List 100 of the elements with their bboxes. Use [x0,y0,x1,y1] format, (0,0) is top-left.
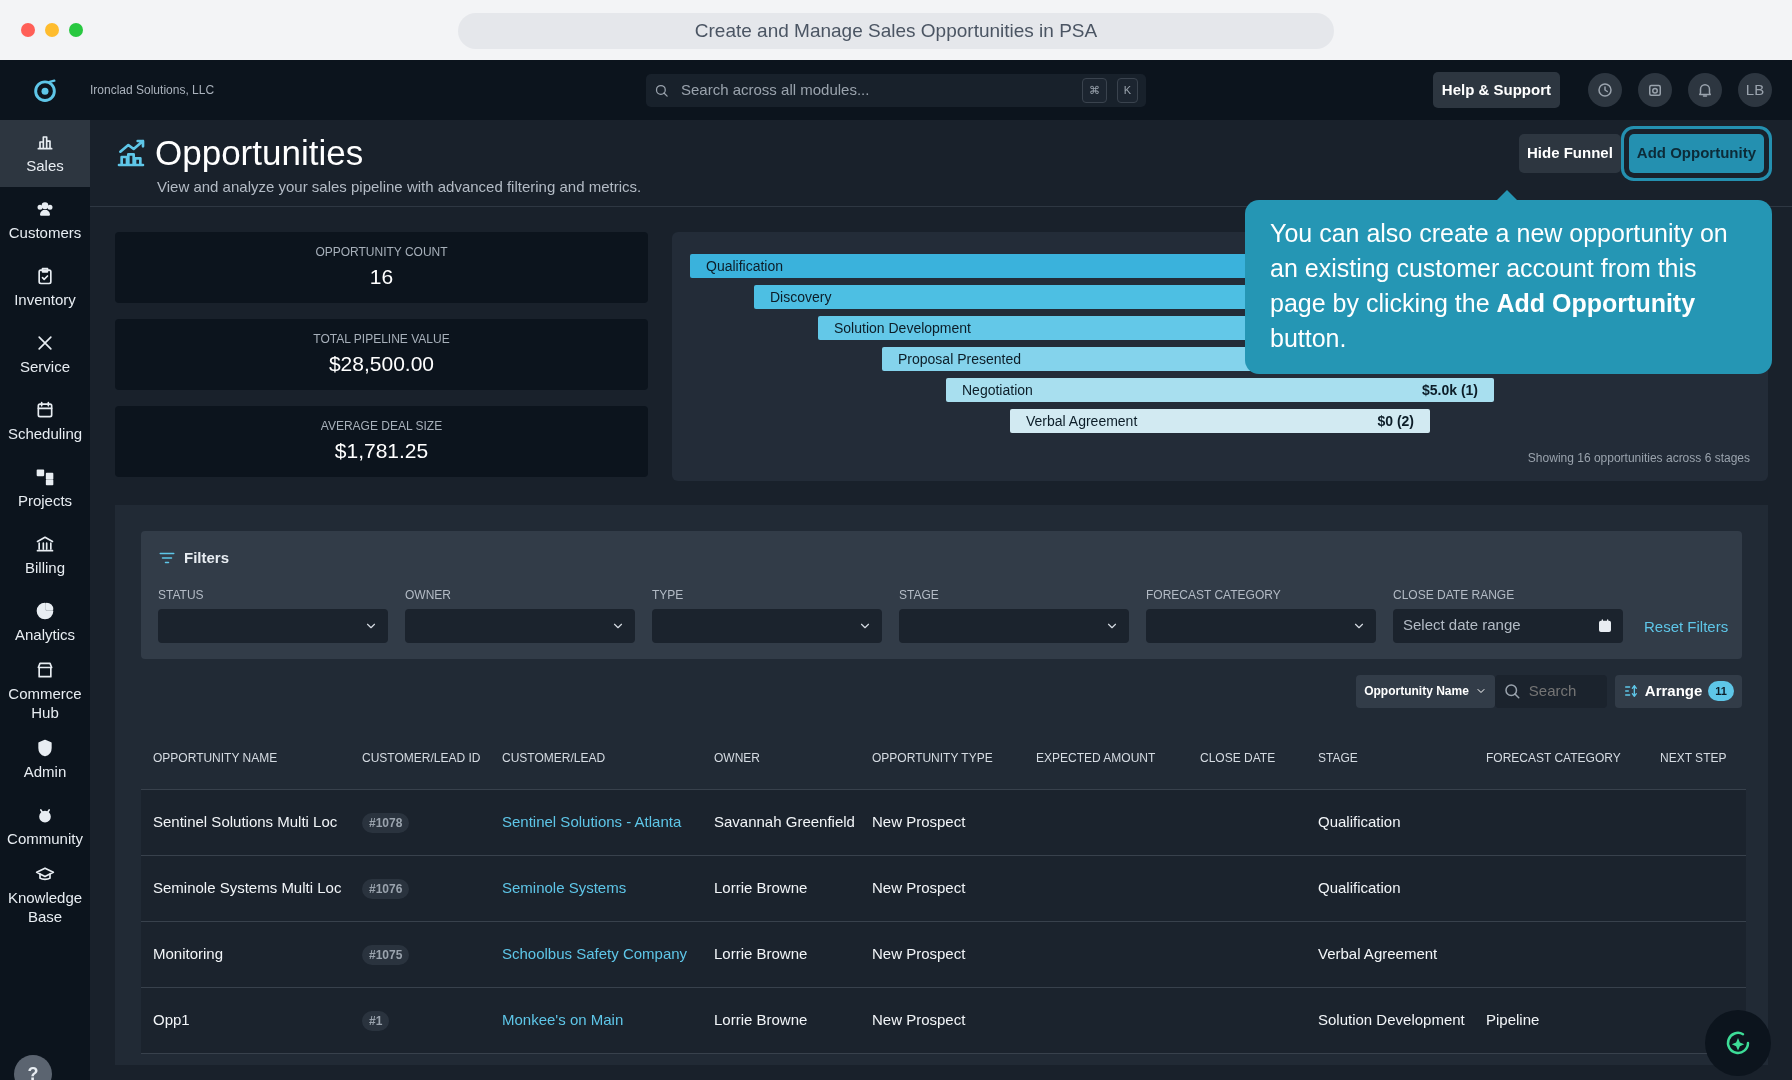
customer-link[interactable]: Monkee's on Main [502,1011,624,1029]
help-button[interactable]: Help & Support [1432,71,1560,109]
page-title: Opportunities [155,134,364,172]
funnel-summary: Showing 16 opportunities across 6 stages [1526,450,1750,467]
stage-label: Qualification [706,256,784,276]
stage-value: $5.0k (1) [1421,380,1478,400]
stat-label: AVERAGE DEAL SIZE [320,417,443,435]
stat-label: TOTAL PIPELINE VALUE [313,330,450,348]
column-header: EXPECTED AMOUNT [1024,727,1188,790]
search-input[interactable]: Search across all modules... [679,78,1072,103]
search-icon [654,83,669,98]
filter-label: STATUS [158,586,205,604]
filter-label: OWNER [405,586,452,604]
people-icon [35,199,55,219]
help-button[interactable]: ? [14,1055,52,1080]
bell-button[interactable] [1688,73,1722,107]
column-header: CUSTOMER/LEAD [490,727,702,790]
sidebar-item[interactable]: Customers [0,187,90,254]
table-cell: Sentinel Solutions Multi Loc [141,789,350,856]
filter-label: FORECAST CATEGORY [1146,586,1282,604]
column-header: CLOSE DATE [1188,727,1306,790]
stat-value: 16 [369,263,394,290]
date-field[interactable]: Select date range [1393,608,1623,643]
column-header: CUSTOMER/LEAD ID [350,727,490,790]
stat-label: OPPORTUNITY COUNT [315,243,448,261]
sort-dropdown[interactable]: Opportunity Name [1356,674,1495,708]
stage-label: Solution Development [834,318,971,338]
company-name: Ironclad Solutions, LLC [90,82,215,99]
table-cell: Verbal Agreement [1306,921,1474,988]
search-input[interactable]: Search [1526,678,1597,704]
sidebar-item[interactable]: Projects [0,455,90,522]
sidebar-item[interactable]: Commerce Hub [0,656,90,726]
window-control[interactable] [21,23,35,37]
table-cell: Lorrie Browne [702,921,860,988]
storefront-icon [35,660,55,680]
search-field[interactable]: Search across all modules... ⌘ K [646,74,1146,107]
bank-icon [35,534,55,554]
dropdown[interactable] [899,608,1129,643]
shield-icon [35,738,55,758]
arrange-button[interactable]: Arrange 11 [1614,674,1742,708]
table-cell: New Prospect [860,855,1024,922]
sliders-icon [1622,683,1639,699]
filter-label: STAGE [899,586,940,604]
table-cell: Savannah Greenfield [702,789,860,856]
search-icon [1502,682,1521,700]
calendar-icon [1597,617,1613,634]
table-cell: Qualification [1306,789,1474,856]
column-header: OPPORTUNITY TYPE [860,727,1024,790]
stage-label: Negotiation [962,380,1033,400]
id-tag: #1078 [362,813,410,834]
tooltip-arrow [1497,190,1517,200]
sidebar-item[interactable]: Knowledge Base [0,860,90,930]
dropdown[interactable] [405,608,635,643]
search-field[interactable]: Search [1494,674,1607,708]
dropdown[interactable] [652,608,882,643]
column-header: FORECAST CATEGORY [1474,727,1648,790]
camera-button[interactable] [1638,73,1672,107]
shortcut-key: K [1116,78,1138,103]
filter-label: CLOSE DATE RANGE [1393,586,1516,604]
column-header: STAGE [1306,727,1474,790]
history-icon [1596,81,1614,99]
sidebar-item[interactable]: Scheduling [0,388,90,455]
sidebar-item[interactable]: Sales [0,120,90,187]
column-header: OPPORTUNITY NAME [141,727,350,790]
chart-icon [115,137,147,169]
dropdown[interactable] [158,608,388,643]
hierarchy-icon [35,467,55,487]
user-avatar[interactable]: LB [1738,73,1772,107]
table-cell: Opp1 [141,987,350,1054]
sidebar-item[interactable]: Service [0,321,90,388]
logo-icon [31,76,59,104]
table-cell: New Prospect [860,987,1024,1054]
sidebar-item[interactable]: Admin [0,726,90,793]
table-cell: Solution Development [1306,987,1474,1054]
clipboard-icon [35,266,55,286]
stage-value: $0 (2) [1377,411,1414,431]
sidebar-item[interactable]: Analytics [0,589,90,656]
stage-label: Proposal Presented [898,349,1021,369]
stat-value: $1,781.25 [334,437,429,464]
window-control[interactable] [69,23,83,37]
page-subtitle: View and analyze your sales pipeline with advanced filtering and metrics. [157,177,642,197]
shortcut-key: ⌘ [1081,78,1107,103]
id-tag: #1076 [362,879,410,900]
sidebar-item[interactable]: Community [0,793,90,860]
column-header: OWNER [702,727,860,790]
id-tag: #1075 [362,945,410,966]
table-cell: Pipeline [1474,987,1648,1054]
sidebar-item[interactable]: Billing [0,522,90,589]
sidebar-item[interactable]: Inventory [0,254,90,321]
stat-value: $28,500.00 [328,350,435,377]
history-button[interactable] [1588,73,1622,107]
reset-link[interactable]: Reset Filters [1644,616,1729,639]
table-cell: Lorrie Browne [702,987,860,1054]
toggle-button[interactable]: Hide Funnel [1519,134,1621,173]
bell-icon [1696,81,1714,99]
window-control[interactable] [45,23,59,37]
dropdown[interactable] [1146,608,1376,643]
id-tag: #1 [362,1011,390,1032]
table-cell: Lorrie Browne [702,855,860,922]
customer-link[interactable]: Seminole Systems [502,879,627,897]
